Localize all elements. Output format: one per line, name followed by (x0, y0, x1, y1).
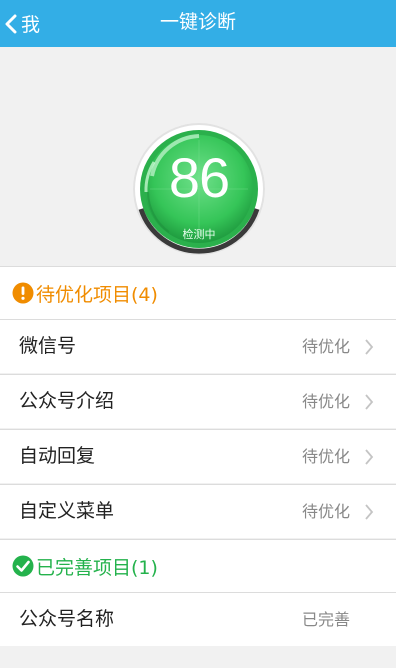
pending-section-header: 待优化项目(4) (0, 266, 396, 319)
done-section-header: 已完善项目(1) (0, 539, 396, 592)
list-item-auto-reply[interactable]: 自动回复 待优化 (0, 429, 396, 483)
list-item-state: 已完善 (301, 610, 350, 629)
list-item-wechat-id[interactable]: 微信号 待优化 (0, 319, 396, 373)
chevron-right-icon (364, 393, 374, 411)
list-item-label: 自定义菜单 (19, 500, 115, 522)
warning-icon (12, 282, 34, 304)
list-item-label: 公众号介绍 (19, 390, 115, 412)
list-item-custom-menu[interactable]: 自定义菜单 待优化 (0, 484, 396, 538)
list-item-account-intro[interactable]: 公众号介绍 待优化 (0, 374, 396, 428)
list-item-state: 待优化 (301, 447, 350, 466)
chevron-right-icon (364, 338, 374, 356)
nav-bar: 我 一键诊断 (0, 0, 396, 47)
score-panel: 86 检测中 (0, 47, 396, 265)
list-item-label: 自动回复 (19, 445, 96, 467)
list-item-state: 待优化 (301, 337, 350, 356)
score-value: 86 (168, 146, 230, 209)
score-gauge: 86 检测中 (132, 122, 266, 256)
list-item-label: 公众号名称 (19, 608, 115, 630)
list-item-label: 微信号 (19, 335, 77, 357)
score-status: 检测中 (182, 228, 216, 241)
list-item-state: 待优化 (301, 392, 350, 411)
list-item-account-name[interactable]: 公众号名称 已完善 (0, 592, 396, 646)
page-title: 一键诊断 (159, 11, 236, 33)
chevron-right-icon (364, 503, 374, 521)
list-item-state: 待优化 (301, 502, 350, 521)
chevron-right-icon (364, 448, 374, 466)
pending-section-title: 待优化项目(4) (36, 283, 158, 306)
check-circle-icon (12, 555, 34, 577)
done-section-title: 已完善项目(1) (36, 556, 158, 579)
